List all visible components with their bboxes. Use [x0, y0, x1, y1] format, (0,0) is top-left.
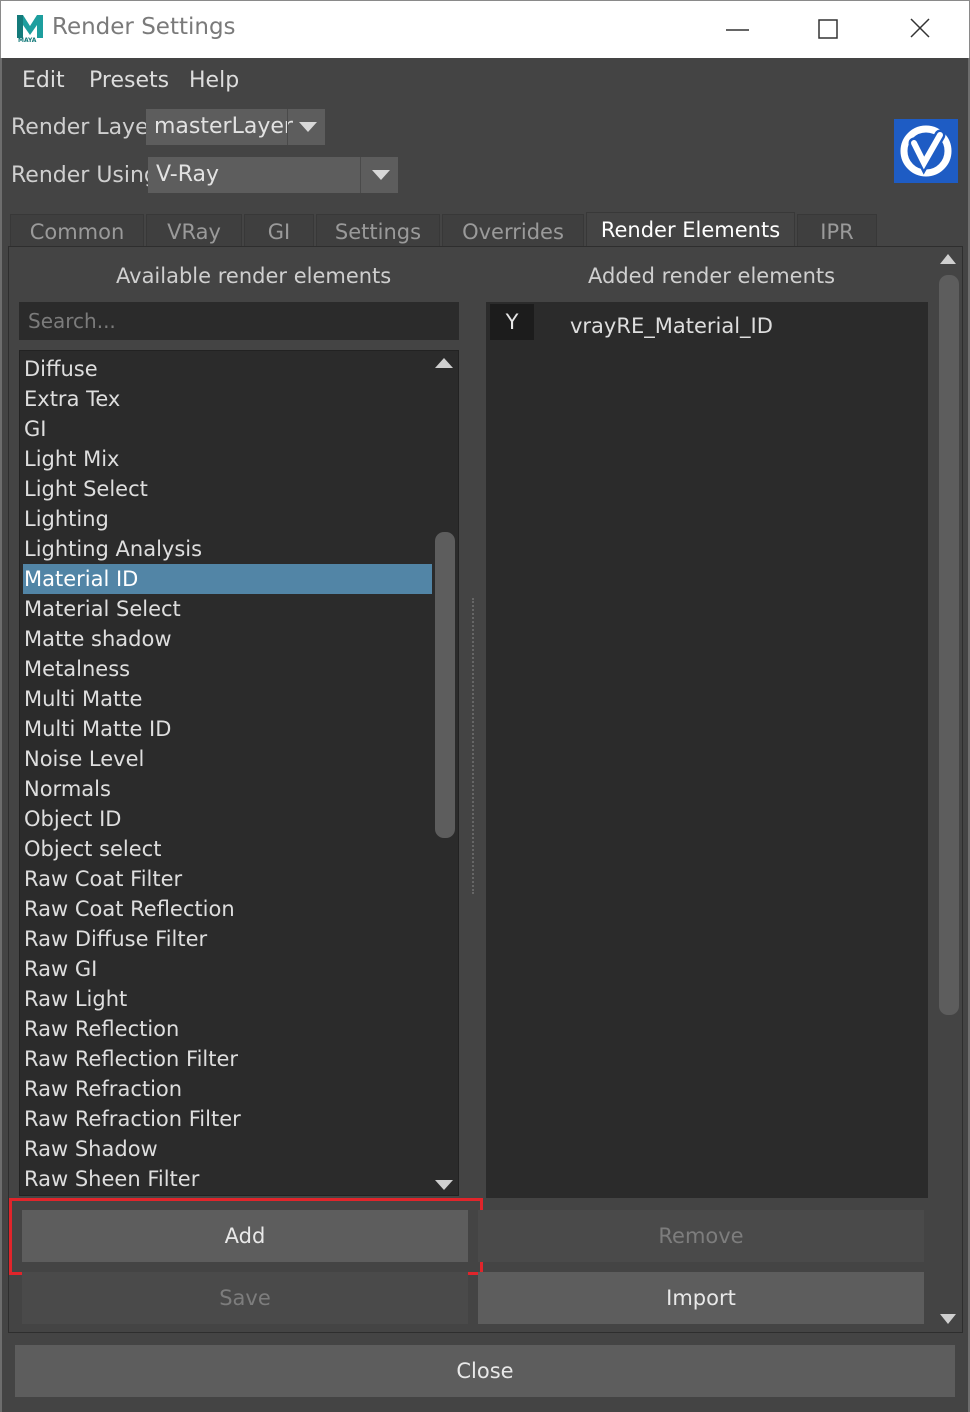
close-button[interactable]: Close [15, 1345, 955, 1397]
pane-splitter-handle[interactable] [472, 598, 474, 894]
tab-common[interactable]: Common [10, 214, 144, 246]
list-item[interactable]: Object ID [23, 804, 433, 834]
maximize-button[interactable] [803, 6, 853, 52]
menu-help[interactable]: Help [189, 68, 239, 93]
list-item[interactable]: Raw Reflection Filter [23, 1044, 433, 1074]
tab-vray[interactable]: VRay [146, 214, 242, 246]
list-item[interactable]: Light Select [23, 474, 433, 504]
list-item[interactable]: Raw Diffuse Filter [23, 924, 433, 954]
minimize-icon [726, 29, 749, 31]
render-using-value: V-Ray [156, 162, 220, 187]
scroll-up-arrow-icon[interactable] [940, 254, 956, 264]
tab-ipr[interactable]: IPR [797, 214, 877, 246]
save-button[interactable]: Save [22, 1272, 468, 1324]
available-list-scroll-thumb[interactable] [435, 532, 455, 838]
search-input[interactable] [19, 302, 459, 340]
list-item[interactable]: Normals [23, 774, 433, 804]
list-item[interactable]: GI [23, 414, 433, 444]
scroll-up-arrow-icon[interactable] [435, 358, 453, 368]
panel-scroll-thumb[interactable] [939, 275, 959, 1015]
list-item[interactable]: Material Select [23, 594, 433, 624]
list-item[interactable]: Raw Coat Filter [23, 864, 433, 894]
list-item[interactable]: Raw Light [23, 984, 433, 1014]
scroll-down-arrow-icon[interactable] [940, 1314, 956, 1324]
tab-render-elements[interactable]: Render Elements [586, 212, 795, 246]
list-item[interactable]: Multi Matte [23, 684, 433, 714]
list-item[interactable]: Object select [23, 834, 433, 864]
chevron-down-icon [287, 109, 325, 145]
list-item[interactable]: Lighting Analysis [23, 534, 433, 564]
list-item[interactable]: Diffuse [23, 354, 433, 384]
list-item[interactable]: Raw Coat Reflection [23, 894, 433, 924]
menu-edit[interactable]: Edit [22, 68, 65, 93]
list-item[interactable]: Raw Refraction [23, 1074, 433, 1104]
list-item[interactable]: Noise Level [23, 744, 433, 774]
list-item[interactable]: Metalness [23, 654, 433, 684]
tab-settings[interactable]: Settings [316, 214, 440, 246]
window-edge-left [0, 58, 2, 1412]
list-item[interactable]: Lighting [23, 504, 433, 534]
added-item-name[interactable]: vrayRE_Material_ID [570, 314, 773, 338]
menu-presets[interactable]: Presets [89, 68, 169, 93]
available-heading: Available render elements [116, 264, 392, 288]
added-elements-list[interactable] [486, 302, 928, 1198]
chevron-down-icon [360, 157, 398, 193]
added-item-flag[interactable]: Y [490, 304, 534, 340]
tab-overrides[interactable]: Overrides [442, 214, 584, 246]
render-layer-dropdown[interactable]: masterLayer [146, 109, 325, 145]
render-using-dropdown[interactable]: V-Ray [148, 157, 398, 193]
scroll-down-arrow-icon[interactable] [435, 1180, 453, 1190]
list-item[interactable]: Light Mix [23, 444, 433, 474]
maya-logo-sub: MAYA [18, 37, 37, 44]
list-item[interactable]: Raw Sheen Filter [23, 1164, 433, 1194]
window-title: Render Settings [52, 14, 236, 40]
import-button[interactable]: Import [478, 1272, 924, 1324]
maya-logo-icon: MAYA [15, 12, 45, 44]
highlight-annotation-box [9, 1198, 483, 1275]
vray-logo-icon [894, 119, 958, 183]
close-icon [910, 18, 930, 38]
list-item[interactable]: Extra Tex [23, 384, 433, 414]
available-elements-list[interactable]: Diffuse Extra Tex GI Light Mix Light Select L… [19, 350, 459, 1196]
list-item[interactable]: Raw Shadow [23, 1134, 433, 1164]
render-layer-value: masterLayer [154, 114, 293, 139]
tab-gi[interactable]: GI [244, 214, 314, 246]
list-item[interactable]: Raw Refraction Filter [23, 1104, 433, 1134]
list-item[interactable]: Raw Reflection [23, 1014, 433, 1044]
render-using-label: Render Using [11, 163, 158, 188]
added-heading: Added render elements [588, 264, 836, 288]
window-close-button[interactable] [895, 6, 945, 52]
list-item[interactable]: Multi Matte ID [23, 714, 433, 744]
maximize-icon [818, 19, 838, 39]
minimize-button[interactable] [712, 6, 762, 52]
list-item[interactable]: Raw GI [23, 954, 433, 984]
list-item[interactable]: Material ID [23, 564, 433, 594]
render-layer-label: Render Layer [11, 115, 158, 140]
remove-button[interactable]: Remove [478, 1210, 924, 1262]
list-item[interactable]: Matte shadow [23, 624, 433, 654]
